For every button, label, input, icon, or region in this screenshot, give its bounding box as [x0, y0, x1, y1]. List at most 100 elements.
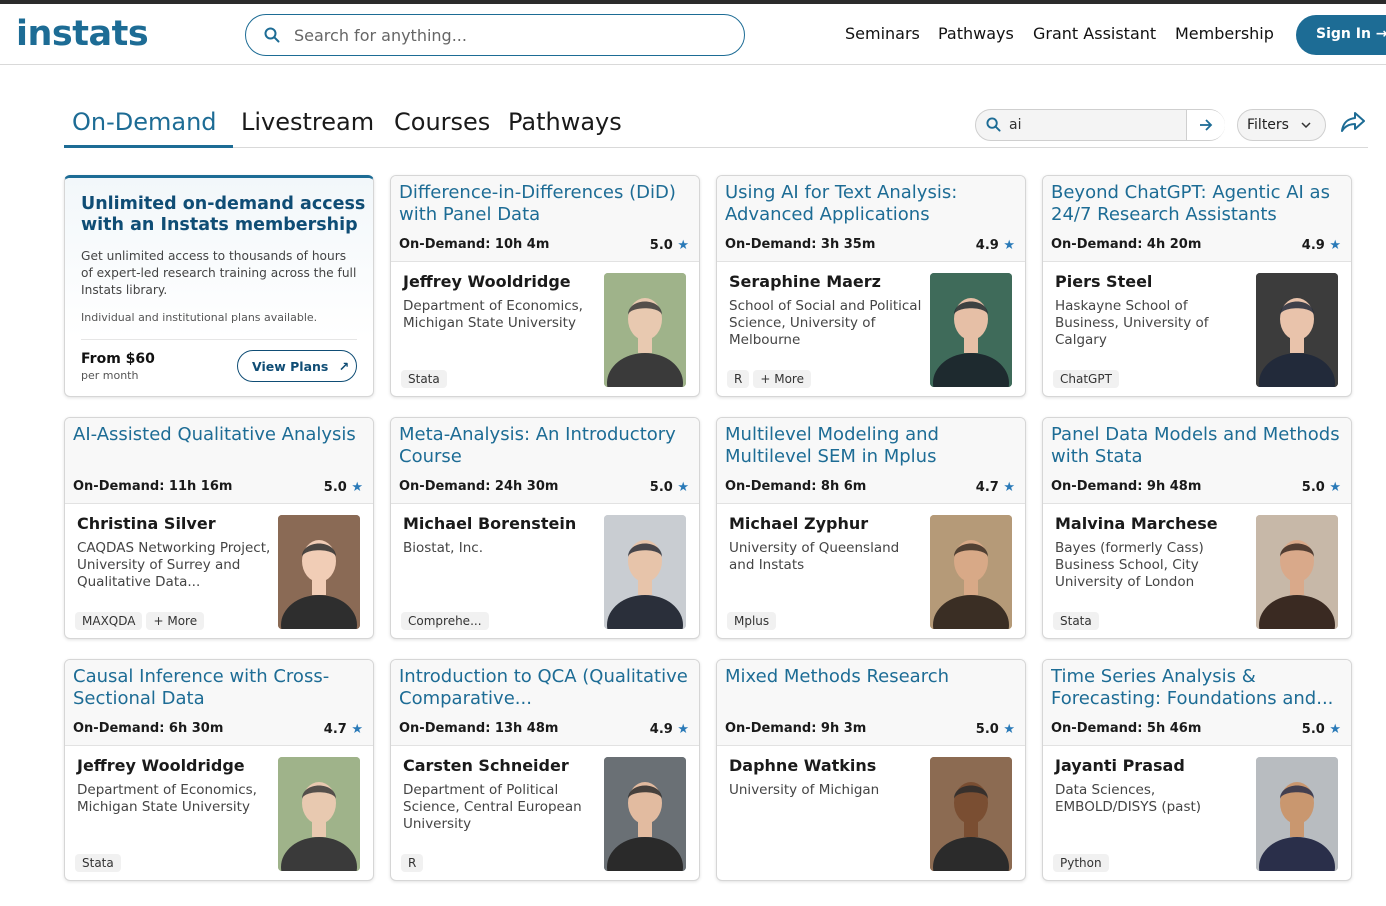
- tag-list: MAXQDA + More: [75, 612, 208, 630]
- course-card[interactable]: Mixed Methods Research On-Demand: 9h 3m …: [716, 659, 1026, 881]
- course-card[interactable]: Multilevel Modeling and Multilevel SEM i…: [716, 417, 1026, 639]
- tag-list: R: [401, 854, 427, 872]
- tab-on-demand[interactable]: On-Demand: [72, 108, 217, 136]
- course-rating: 4.9 ★: [976, 238, 1015, 253]
- course-title[interactable]: Meta-Analysis: An Introductory Course: [399, 424, 694, 468]
- sign-in-button[interactable]: Sign In →: [1296, 15, 1386, 55]
- avatar-illustration: [604, 515, 686, 629]
- promo-title: Unlimited on-demand access with an Insta…: [81, 194, 366, 235]
- instructor-name: Carsten Schneider: [403, 756, 569, 775]
- nav-pathways[interactable]: Pathways: [938, 24, 1014, 43]
- query-value[interactable]: ai: [1009, 117, 1021, 133]
- course-duration: On-Demand: 8h 6m: [725, 479, 867, 494]
- rating-value: 4.9: [649, 722, 673, 737]
- avatar-illustration: [930, 273, 1012, 387]
- avatar-illustration: [604, 757, 686, 871]
- instructor-name: Michael Zyphur: [729, 514, 869, 533]
- avatar-illustration: [930, 757, 1012, 871]
- promo-per: per month: [81, 369, 139, 382]
- filters-label: Filters: [1247, 117, 1289, 133]
- view-plans-button[interactable]: View Plans ↗: [237, 350, 357, 382]
- software-tag: Stata: [401, 370, 447, 388]
- course-duration: On-Demand: 6h 30m: [73, 721, 224, 736]
- rating-value: 4.7: [975, 480, 999, 495]
- software-tag: R: [727, 370, 750, 388]
- star-icon: ★: [677, 480, 689, 495]
- site-header: instats Search for anything... Seminars …: [0, 4, 1386, 65]
- instats-logo[interactable]: instats: [16, 14, 149, 54]
- software-tag: Stata: [1053, 612, 1099, 630]
- rating-value: 5.0: [1301, 722, 1325, 737]
- software-tag: ChatGPT: [1053, 370, 1119, 388]
- view-plans-label: View Plans: [252, 359, 329, 374]
- course-card[interactable]: Causal Inference with Cross-Sectional Da…: [64, 659, 374, 881]
- course-rating: 5.0 ★: [976, 722, 1015, 737]
- star-icon: ★: [677, 722, 689, 737]
- instructor-affiliation: Department of Economics, Michigan State …: [77, 782, 257, 815]
- course-rating: 4.7 ★: [324, 722, 363, 737]
- course-title[interactable]: Mixed Methods Research: [725, 666, 1020, 688]
- membership-promo-card: Unlimited on-demand access with an Insta…: [64, 175, 374, 397]
- star-icon: ★: [351, 480, 363, 495]
- course-card[interactable]: Introduction to QCA (Qualitative Compara…: [390, 659, 700, 881]
- filters-button[interactable]: Filters: [1237, 109, 1326, 141]
- instructor-affiliation: University of Queensland and Instats: [729, 540, 900, 573]
- instructor-affiliation: Bayes (formerly Cass) Business School, C…: [1055, 540, 1204, 590]
- course-card[interactable]: Panel Data Models and Methods with Stata…: [1042, 417, 1352, 639]
- tag-list: Mplus: [727, 612, 780, 630]
- search-placeholder[interactable]: Search for anything...: [294, 26, 467, 45]
- query-submit-button[interactable]: [1186, 110, 1225, 140]
- course-title[interactable]: Multilevel Modeling and Multilevel SEM i…: [725, 424, 1020, 468]
- course-title[interactable]: Difference-in-Differences (DiD) with Pan…: [399, 182, 694, 226]
- software-tag: + More: [753, 370, 811, 388]
- course-title[interactable]: Time Series Analysis & Forecasting: Foun…: [1051, 666, 1346, 710]
- rating-value: 5.0: [649, 238, 673, 253]
- instructor-name: Christina Silver: [77, 514, 216, 533]
- course-card[interactable]: Meta-Analysis: An Introductory Course On…: [390, 417, 700, 639]
- star-icon: ★: [677, 238, 689, 253]
- instructor-photo: [604, 757, 686, 871]
- course-title[interactable]: Using AI for Text Analysis: Advanced App…: [725, 182, 1020, 226]
- course-card[interactable]: Time Series Analysis & Forecasting: Foun…: [1042, 659, 1352, 881]
- arrow-right-icon: [1200, 119, 1213, 131]
- course-card[interactable]: Beyond ChatGPT: Agentic AI as 24/7 Resea…: [1042, 175, 1352, 397]
- instructor-photo: [930, 515, 1012, 629]
- instructor-affiliation: Haskayne School of Business, University …: [1055, 298, 1209, 348]
- tab-courses[interactable]: Courses: [394, 108, 490, 136]
- instructor-photo: [1256, 273, 1338, 387]
- tab-livestream[interactable]: Livestream: [241, 108, 374, 136]
- course-title[interactable]: AI-Assisted Qualitative Analysis: [73, 424, 368, 446]
- course-title[interactable]: Introduction to QCA (Qualitative Compara…: [399, 666, 694, 710]
- avatar-illustration: [1256, 273, 1338, 387]
- course-card[interactable]: Using AI for Text Analysis: Advanced App…: [716, 175, 1026, 397]
- tag-list: Comprehe...: [401, 612, 493, 630]
- instructor-name: Malvina Marchese: [1055, 514, 1218, 533]
- instructor-affiliation: Department of Economics, Michigan State …: [403, 298, 583, 331]
- instructor-photo: [930, 757, 1012, 871]
- global-search[interactable]: Search for anything...: [245, 14, 745, 56]
- share-icon[interactable]: [1340, 110, 1366, 134]
- course-title[interactable]: Panel Data Models and Methods with Stata: [1051, 424, 1346, 468]
- star-icon: ★: [351, 722, 363, 737]
- nav-seminars[interactable]: Seminars: [845, 24, 920, 43]
- course-card[interactable]: AI-Assisted Qualitative Analysis On-Dema…: [64, 417, 374, 639]
- software-tag: R: [401, 854, 424, 872]
- avatar-illustration: [604, 273, 686, 387]
- instructor-affiliation: Biostat, Inc.: [403, 540, 483, 556]
- tab-pathways[interactable]: Pathways: [508, 108, 622, 136]
- course-title[interactable]: Causal Inference with Cross-Sectional Da…: [73, 666, 368, 710]
- instructor-name: Piers Steel: [1055, 272, 1153, 291]
- instructor-photo: [1256, 757, 1338, 871]
- course-duration: On-Demand: 4h 20m: [1051, 237, 1202, 252]
- instructor-affiliation: CAQDAS Networking Project, University of…: [77, 540, 271, 590]
- query-input[interactable]: ai: [975, 109, 1225, 141]
- instructor-name: Seraphine Maerz: [729, 272, 881, 291]
- course-title[interactable]: Beyond ChatGPT: Agentic AI as 24/7 Resea…: [1051, 182, 1346, 226]
- nav-grant-assistant[interactable]: Grant Assistant: [1033, 24, 1156, 43]
- course-card[interactable]: Difference-in-Differences (DiD) with Pan…: [390, 175, 700, 397]
- promo-description: Get unlimited access to thousands of hou…: [81, 249, 357, 297]
- rating-value: 4.9: [1301, 238, 1325, 253]
- course-duration: On-Demand: 24h 30m: [399, 479, 559, 494]
- avatar-illustration: [930, 515, 1012, 629]
- nav-membership[interactable]: Membership: [1175, 24, 1274, 43]
